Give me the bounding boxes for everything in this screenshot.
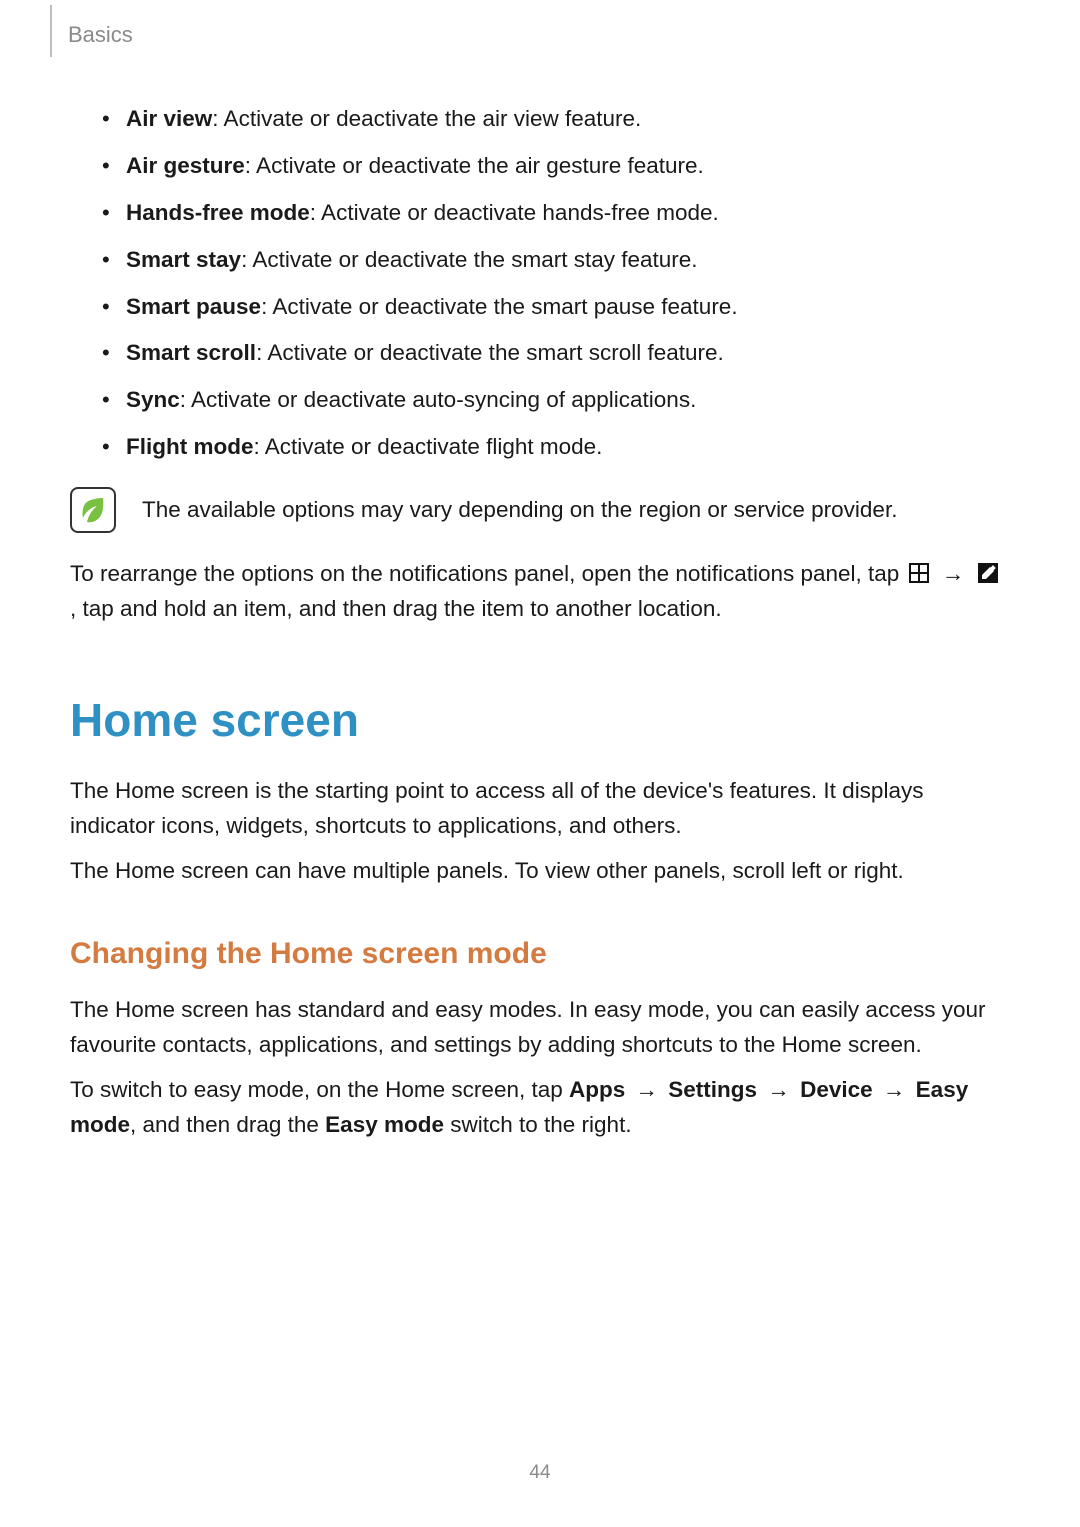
feature-list-item: Sync: Activate or deactivate auto-syncin… [102, 383, 1010, 418]
feature-desc: : Activate or deactivate flight mode. [254, 434, 603, 459]
switch-mid-text: , and then drag the [130, 1112, 325, 1137]
feature-desc: : Activate or deactivate hands-free mode… [310, 200, 719, 225]
feature-list-item: Smart pause: Activate or deactivate the … [102, 290, 1010, 325]
feature-list-item: Air gesture: Activate or deactivate the … [102, 149, 1010, 184]
feature-list-item: Smart stay: Activate or deactivate the s… [102, 243, 1010, 278]
breadcrumb: Basics [68, 18, 133, 52]
home-intro-paragraph-1: The Home screen is the starting point to… [70, 774, 1010, 844]
apps-label: Apps [569, 1077, 625, 1102]
feature-list-item: Smart scroll: Activate or deactivate the… [102, 336, 1010, 371]
switch-easy-mode-paragraph: To switch to easy mode, on the Home scre… [70, 1073, 1010, 1143]
home-intro-paragraph-2: The Home screen can have multiple panels… [70, 854, 1010, 889]
rearrange-post-text: , tap and hold an item, and then drag th… [70, 596, 722, 621]
feature-term: Flight mode [126, 434, 254, 459]
rearrange-pre-text: To rearrange the options on the notifica… [70, 561, 906, 586]
feature-bullet-list: Air view: Activate or deactivate the air… [70, 102, 1010, 465]
feature-list-item: Air view: Activate or deactivate the air… [102, 102, 1010, 137]
path-arrow-2: → [767, 1077, 790, 1102]
note-text: The available options may vary depending… [142, 493, 897, 528]
section-heading-home-screen: Home screen [70, 685, 1010, 756]
feature-desc: : Activate or deactivate auto-syncing of… [180, 387, 697, 412]
page-number: 44 [0, 1458, 1080, 1487]
path-arrow-3: → [883, 1077, 906, 1102]
breadcrumb-rule [50, 5, 52, 57]
rearrange-arrow: → [942, 561, 965, 586]
feature-term: Hands-free mode [126, 200, 310, 225]
feature-desc: : Activate or deactivate the air gesture… [245, 153, 704, 178]
path-arrow-1: → [636, 1077, 659, 1102]
device-label: Device [800, 1077, 873, 1102]
feature-list-item: Flight mode: Activate or deactivate flig… [102, 430, 1010, 465]
switch-pre-text: To switch to easy mode, on the Home scre… [70, 1077, 569, 1102]
note-row: The available options may vary depending… [70, 487, 1010, 533]
settings-label: Settings [668, 1077, 757, 1102]
page-content: Air view: Activate or deactivate the air… [70, 102, 1010, 1143]
feature-desc: : Activate or deactivate the smart scrol… [256, 340, 724, 365]
feature-term: Air view [126, 106, 212, 131]
feature-term: Smart pause [126, 294, 261, 319]
feature-list-item: Hands-free mode: Activate or deactivate … [102, 196, 1010, 231]
switch-post-text: switch to the right. [444, 1112, 632, 1137]
feature-desc: : Activate or deactivate the smart pause… [261, 294, 738, 319]
easy-mode-bold: Easy mode [325, 1112, 444, 1137]
rearrange-paragraph: To rearrange the options on the notifica… [70, 557, 1010, 627]
manual-page: Basics Air view: Activate or deactivate … [0, 0, 1080, 1527]
feature-term: Sync [126, 387, 180, 412]
feature-desc: : Activate or deactivate the air view fe… [212, 106, 641, 131]
note-leaf-icon [70, 487, 116, 533]
changing-mode-paragraph-1: The Home screen has standard and easy mo… [70, 993, 1010, 1063]
feature-desc: : Activate or deactivate the smart stay … [241, 247, 697, 272]
feature-term: Smart stay [126, 247, 241, 272]
edit-pencil-icon [977, 562, 999, 584]
subsection-heading-changing-mode: Changing the Home screen mode [70, 931, 1010, 978]
grid-icon [908, 562, 930, 584]
feature-term: Smart scroll [126, 340, 256, 365]
feature-term: Air gesture [126, 153, 245, 178]
